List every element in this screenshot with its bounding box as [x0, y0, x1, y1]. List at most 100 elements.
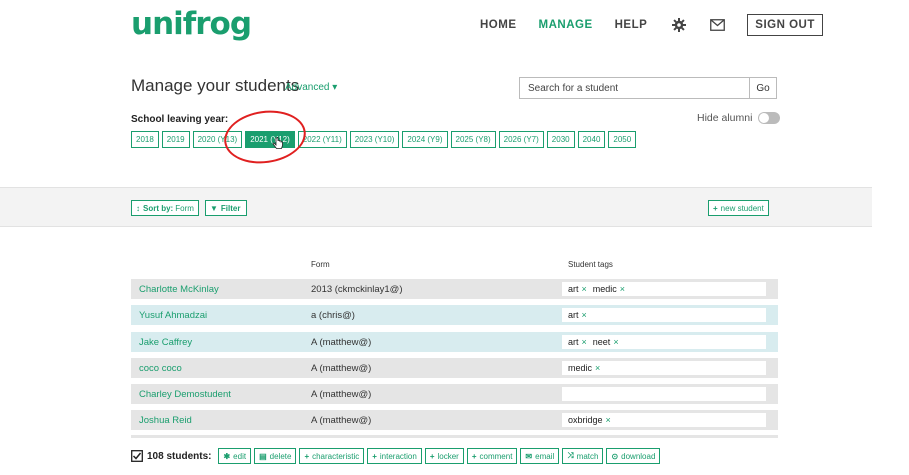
student-form: 2013 (ckmckinlay1@) — [311, 283, 403, 295]
year-button[interactable]: 2019 — [161, 131, 190, 148]
student-name-link[interactable]: Yusuf Ahmadzai — [139, 310, 207, 321]
student-tag: medic × — [593, 284, 625, 294]
year-button[interactable]: 2024 (Y9) — [402, 131, 448, 148]
year-button[interactable]: 2030 — [546, 131, 575, 148]
tag-label: art — [568, 337, 579, 347]
checkbox-icon[interactable] — [131, 450, 143, 462]
student-tag: oxbridge × — [568, 415, 611, 425]
top-nav: HOME MANAGE HELP SIGN OUT — [480, 14, 823, 36]
student-tags-field[interactable]: art × neet × — [562, 335, 766, 349]
year-button[interactable]: 2026 (Y7) — [498, 131, 544, 148]
advanced-dropdown[interactable]: Advanced ▾ — [285, 82, 337, 93]
table-row: Yusuf Ahmadzai a (chris@) art × — [131, 305, 778, 325]
plus-icon: + — [372, 451, 377, 461]
year-button[interactable]: 2020 (Y13) — [192, 131, 243, 148]
gear-icon[interactable] — [669, 15, 689, 35]
year-button[interactable]: 2050 — [608, 131, 637, 148]
sign-out-button[interactable]: SIGN OUT — [747, 14, 823, 36]
plus-icon: + — [471, 451, 477, 461]
plus-icon: + — [713, 203, 718, 213]
new-student-button[interactable]: + new student — [708, 200, 769, 216]
nav-manage[interactable]: MANAGE — [539, 19, 593, 31]
go-button[interactable]: Go — [749, 78, 776, 98]
column-header-form: Form — [311, 260, 330, 269]
student-tags-field[interactable] — [562, 387, 766, 401]
table-row: Charlotte McKinlay 2013 (ckmckinlay1@) art… — [131, 279, 778, 299]
edit-button[interactable]: ✱ edit — [218, 448, 252, 464]
filter-icon: ▼ — [210, 203, 218, 213]
sort-icon: ↕ — [136, 203, 140, 213]
remove-tag-icon[interactable]: × — [582, 310, 587, 320]
remove-tag-icon[interactable]: × — [582, 337, 587, 347]
hide-alumni: Hide alumni — [697, 112, 781, 124]
page-title: Manage your students — [131, 76, 300, 95]
student-name-link[interactable]: Charley Demostudent — [139, 389, 231, 400]
year-button[interactable]: 2040 — [577, 131, 606, 148]
comment-button[interactable]: + comment — [466, 448, 518, 464]
tag-label: medic — [592, 284, 617, 294]
year-button-selected[interactable]: 2021 (Y12) — [245, 131, 295, 148]
student-tag: medic × — [568, 363, 600, 373]
student-tags-field[interactable]: oxbridge × — [562, 413, 766, 427]
remove-tag-icon[interactable]: × — [620, 284, 625, 294]
student-form: A (matthew@) — [311, 414, 372, 426]
plus-icon: + — [304, 451, 310, 461]
student-name-link[interactable]: Jake Caffrey — [139, 337, 192, 348]
hide-alumni-toggle[interactable] — [758, 112, 781, 124]
table-row: Charley Demostudent A (matthew@) — [131, 384, 778, 404]
table-row: Joshua Reid A (matthew@) oxbridge × — [131, 410, 778, 430]
year-button[interactable]: 2018 — [131, 131, 159, 148]
student-tags-field[interactable]: art × — [562, 308, 766, 322]
toolbar: ↕ Sort by: Form ▼ Filter + new student — [0, 187, 872, 227]
download-icon: ⊙ — [611, 451, 619, 461]
bulk-actions: 108 students: ✱ edit ▤ delete + characteris… — [131, 448, 663, 464]
student-form: a (chris@) — [311, 309, 355, 321]
student-count: 108 students: — [131, 450, 211, 462]
tag-label: neet — [592, 337, 611, 347]
year-button[interactable]: 2022 (Y11) — [297, 131, 347, 148]
student-name-link[interactable]: Charlotte McKinlay — [139, 284, 219, 295]
locker-button[interactable]: + locker — [424, 448, 464, 464]
hide-alumni-label: Hide alumni — [697, 112, 753, 124]
student-tags-field[interactable]: medic × — [562, 361, 766, 375]
match-button[interactable]: ⤨ match — [562, 448, 604, 464]
sort-button[interactable]: ↕ Sort by: Form — [131, 200, 199, 216]
characteristic-button[interactable]: + characteristic — [299, 448, 365, 464]
remove-tag-icon[interactable]: × — [595, 363, 600, 373]
plus-icon: + — [429, 451, 435, 461]
student-tag: art × — [568, 284, 587, 294]
student-form: A (matthew@) — [311, 388, 372, 400]
delete-button[interactable]: ▤ delete — [254, 448, 297, 464]
tag-label: medic — [568, 363, 593, 373]
student-name-link[interactable]: coco coco — [139, 363, 182, 374]
gear-icon: ✱ — [223, 451, 231, 461]
remove-tag-icon[interactable]: × — [606, 415, 611, 425]
student-form: A (matthew@) — [311, 362, 372, 374]
remove-tag-icon[interactable]: × — [582, 284, 587, 294]
search-input[interactable] — [520, 78, 749, 98]
table-bottom-row — [131, 435, 778, 438]
student-tag: neet × — [593, 337, 619, 347]
student-tags-field[interactable]: art × medic × — [562, 282, 766, 296]
year-button[interactable]: 2023 (Y10) — [349, 131, 400, 148]
year-button[interactable]: 2025 (Y8) — [450, 131, 496, 148]
email-button[interactable]: ✉ email — [520, 448, 560, 464]
table-row: Jake Caffrey A (matthew@) art × neet × — [131, 332, 778, 352]
table-row: coco coco A (matthew@) medic × — [131, 358, 778, 378]
envelope-icon[interactable] — [707, 15, 727, 35]
school-leaving-label: School leaving year: — [131, 114, 229, 125]
remove-tag-icon[interactable]: × — [613, 337, 618, 347]
tag-label: art — [568, 310, 579, 320]
nav-home[interactable]: HOME — [480, 19, 517, 31]
filter-button[interactable]: ▼ Filter — [205, 200, 248, 216]
download-button[interactable]: ⊙ download — [606, 448, 661, 464]
student-form: A (matthew@) — [311, 336, 372, 348]
interaction-button[interactable]: + interaction — [367, 448, 422, 464]
nav-help[interactable]: HELP — [615, 19, 648, 31]
student-tag: art × — [568, 310, 587, 320]
trash-icon: ▤ — [259, 451, 267, 461]
year-filter: 2018 2019 2020 (Y13) 2021 (Y12) 2022 (Y1… — [131, 131, 639, 148]
unifrog-logo[interactable]: unifrog — [131, 6, 252, 42]
student-search: Go — [519, 77, 777, 99]
student-name-link[interactable]: Joshua Reid — [139, 415, 192, 426]
